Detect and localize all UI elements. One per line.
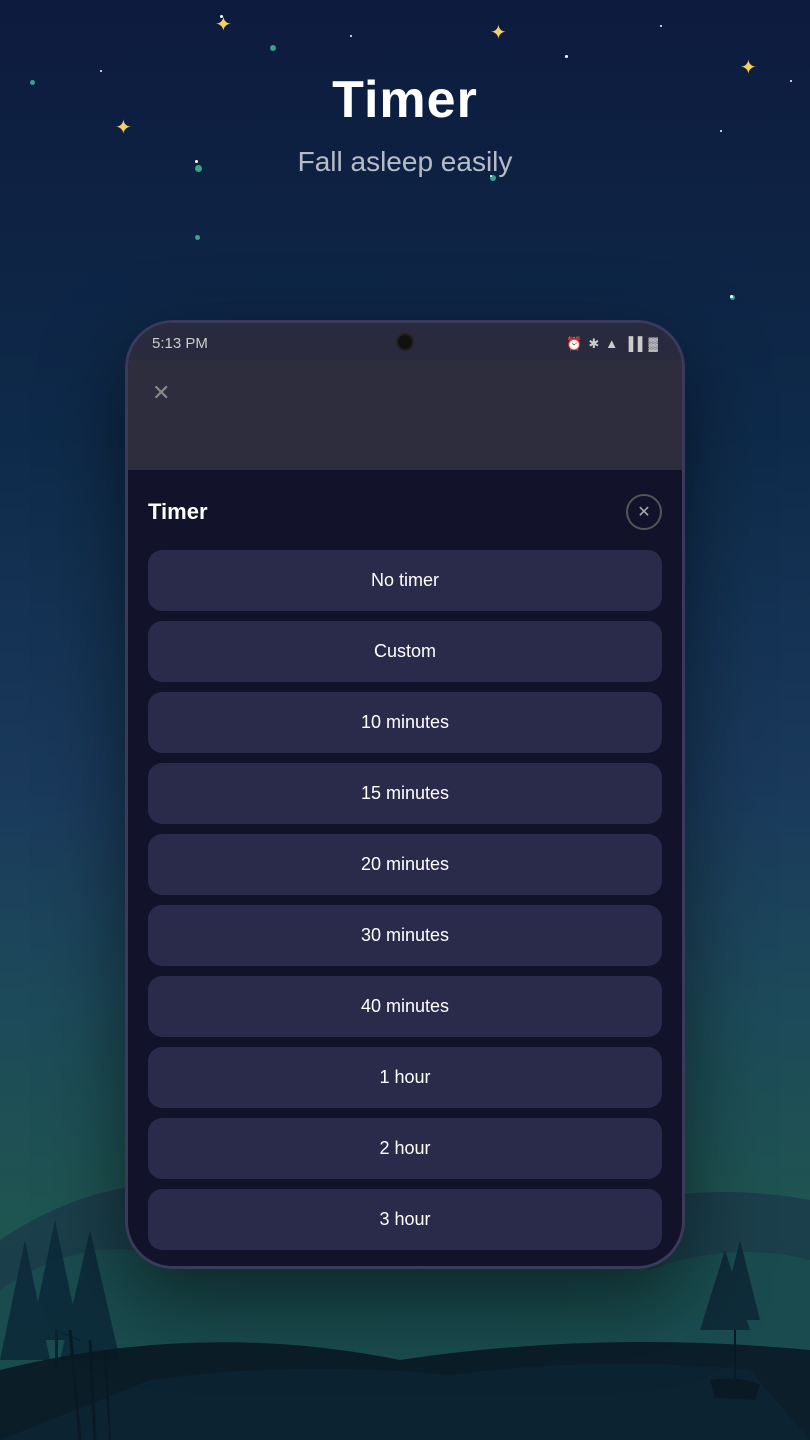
title-area: Timer Fall asleep easily bbox=[0, 70, 810, 178]
phone-body: 5:13 PM ⏰ ✱ ▲ ▐▐ ▓ ✕ Timer ✕ bbox=[125, 320, 685, 1269]
app-subtitle: Fall asleep easily bbox=[0, 146, 810, 178]
timer-option-1-hour[interactable]: 1 hour bbox=[148, 1047, 662, 1108]
status-bar: 5:13 PM ⏰ ✱ ▲ ▐▐ ▓ bbox=[128, 323, 682, 360]
status-icons: ⏰ ✱ ▲ ▐▐ ▓ bbox=[566, 336, 658, 352]
signal-icon: ▐▐ bbox=[624, 336, 642, 351]
white-star bbox=[730, 295, 733, 298]
bluetooth-icon: ✱ bbox=[588, 336, 599, 352]
white-star bbox=[565, 55, 568, 58]
gold-star: ✦ bbox=[215, 12, 232, 37]
battery-icon: ▓ bbox=[649, 336, 658, 351]
white-star bbox=[350, 35, 352, 37]
timer-option-custom[interactable]: Custom bbox=[148, 621, 662, 682]
timer-option-30-minutes[interactable]: 30 minutes bbox=[148, 905, 662, 966]
teal-dot bbox=[195, 235, 200, 240]
white-star bbox=[220, 15, 223, 18]
teal-dot bbox=[270, 45, 276, 51]
timer-option-10-minutes[interactable]: 10 minutes bbox=[148, 692, 662, 753]
timer-close-button[interactable]: ✕ bbox=[626, 494, 662, 530]
phone-mockup: 5:13 PM ⏰ ✱ ▲ ▐▐ ▓ ✕ Timer ✕ bbox=[125, 320, 685, 1269]
timer-header: Timer ✕ bbox=[148, 494, 662, 530]
wifi-icon: ▲ bbox=[605, 336, 618, 351]
timer-panel-title: Timer bbox=[148, 499, 208, 525]
timer-options-list: No timer Custom 10 minutes 15 minutes 20 min… bbox=[148, 550, 662, 1250]
white-star bbox=[660, 25, 662, 27]
app-title: Timer bbox=[0, 70, 810, 130]
camera-notch bbox=[396, 333, 414, 351]
close-circle-icon: ✕ bbox=[637, 502, 650, 522]
timer-option-no-timer[interactable]: No timer bbox=[148, 550, 662, 611]
timer-option-2-hour[interactable]: 2 hour bbox=[148, 1118, 662, 1179]
gold-star: ✦ bbox=[490, 20, 507, 45]
timer-option-20-minutes[interactable]: 20 minutes bbox=[148, 834, 662, 895]
timer-panel: Timer ✕ No timer Custom 10 minutes 15 minut… bbox=[128, 470, 682, 1266]
teal-dot bbox=[730, 295, 735, 300]
timer-option-15-minutes[interactable]: 15 minutes bbox=[148, 763, 662, 824]
timer-option-3-hour[interactable]: 3 hour bbox=[148, 1189, 662, 1250]
alarm-icon: ⏰ bbox=[566, 336, 582, 352]
timer-option-40-minutes[interactable]: 40 minutes bbox=[148, 976, 662, 1037]
top-close-button[interactable]: ✕ bbox=[152, 380, 170, 406]
status-time: 5:13 PM bbox=[152, 335, 208, 352]
app-top-area: ✕ bbox=[128, 360, 682, 470]
